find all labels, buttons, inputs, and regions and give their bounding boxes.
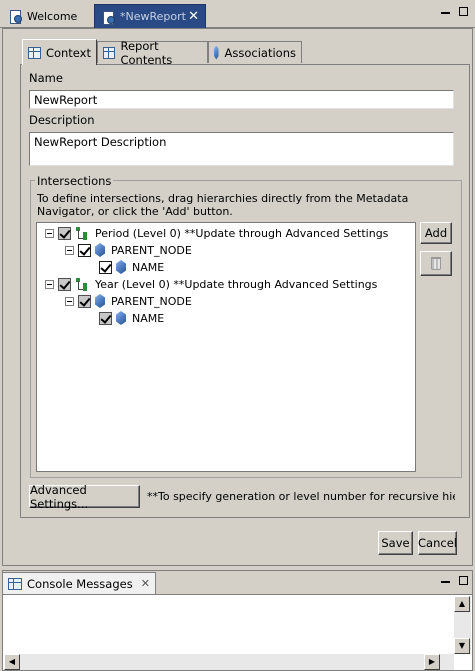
hierarchy-icon [75, 226, 91, 240]
tree-row[interactable]: PARENT_NODE [65, 293, 192, 309]
console-minimize-button[interactable] [441, 579, 450, 583]
add-button[interactable]: Add [420, 222, 452, 244]
tree-row[interactable]: Period (Level 0) **Update through Advanc… [45, 225, 388, 241]
cube-icon [116, 311, 126, 325]
minimize-button[interactable] [441, 10, 450, 14]
close-icon[interactable]: ✕ [188, 10, 199, 23]
tree-row-label: NAME [132, 260, 165, 274]
name-label: Name [29, 71, 63, 85]
tab-report-contents-label: Report Contents [120, 38, 173, 67]
maximize-button[interactable] [459, 7, 468, 16]
intersections-tree[interactable]: Period (Level 0) **Update through Advanc… [36, 222, 416, 472]
tab-welcome[interactable]: Welcome [2, 4, 94, 28]
intersections-hint: To define intersections, drag hierarchie… [37, 192, 409, 218]
console-maximize-button[interactable] [459, 576, 468, 585]
horizontal-scrollbar[interactable]: ◀ ▶ [4, 654, 454, 670]
cube-icon [214, 45, 219, 60]
checkbox[interactable] [99, 260, 112, 274]
collapse-icon[interactable] [65, 296, 74, 306]
document-icon [8, 9, 22, 24]
description-label: Description [29, 113, 95, 127]
tab-associations-label: Associations [224, 45, 296, 60]
tree-row-label: Year (Level 0) **Update through Advanced… [95, 277, 378, 291]
scroll-right-icon[interactable]: ▶ [424, 654, 440, 670]
delete-button[interactable] [420, 251, 452, 276]
partial-checkbox[interactable] [58, 226, 71, 240]
document-icon [101, 10, 115, 25]
partial-checkbox[interactable] [78, 294, 91, 308]
tree-row[interactable]: Year (Level 0) **Update through Advanced… [45, 276, 377, 292]
tree-row[interactable]: NAME [99, 310, 164, 326]
scroll-down-icon[interactable]: ▼ [454, 638, 470, 654]
trash-icon [431, 257, 441, 270]
vertical-scrollbar[interactable]: ▲ ▼ [454, 596, 471, 654]
tab-report-contents[interactable]: Report Contents [97, 39, 208, 67]
collapse-icon[interactable] [45, 228, 54, 238]
tree-row-label: PARENT_NODE [111, 243, 192, 257]
collapse-icon[interactable] [45, 279, 54, 289]
cube-icon [95, 243, 105, 257]
tree-row-label: Period (Level 0) **Update through Advanc… [95, 226, 389, 240]
tab-newreport[interactable]: *NewReport ✕ [94, 4, 206, 28]
tab-associations[interactable]: Associations [208, 41, 302, 63]
tab-welcome-label: Welcome [27, 9, 78, 23]
tree-row-label: PARENT_NODE [111, 294, 192, 308]
collapse-icon[interactable] [65, 245, 74, 255]
checkbox[interactable] [78, 243, 91, 257]
tab-context-label: Context [45, 45, 91, 60]
hierarchy-icon [75, 277, 91, 291]
tab-console-label: Console Messages [27, 576, 133, 591]
cube-icon [116, 260, 126, 274]
name-field[interactable]: NewReport [29, 90, 454, 109]
advanced-settings-button[interactable]: Advanced Settings... [29, 483, 140, 511]
tab-console-messages[interactable]: Console Messages ✕ [2, 572, 156, 594]
tree-row-label: NAME [132, 311, 165, 325]
table-icon [103, 46, 116, 59]
tree-row[interactable]: PARENT_NODE [65, 242, 192, 258]
intersections-title: Intersections [35, 174, 114, 188]
partial-checkbox[interactable] [99, 311, 112, 325]
console-icon [8, 577, 22, 590]
table-icon [28, 46, 41, 59]
description-field[interactable]: NewReport Description [29, 132, 454, 166]
scroll-left-icon[interactable]: ◀ [4, 654, 20, 670]
tab-context[interactable]: Context [22, 39, 97, 65]
advanced-note: **To specify generation or level number … [147, 490, 455, 503]
cancel-button[interactable]: Cancel [418, 531, 457, 555]
partial-checkbox[interactable] [58, 277, 71, 291]
tab-newreport-label: *NewReport [120, 10, 186, 23]
scroll-up-icon[interactable]: ▲ [454, 596, 470, 612]
tree-row[interactable]: NAME [99, 259, 164, 275]
close-icon[interactable]: ✕ [141, 577, 150, 590]
save-button[interactable]: Save [378, 531, 413, 555]
cube-icon [95, 294, 105, 308]
